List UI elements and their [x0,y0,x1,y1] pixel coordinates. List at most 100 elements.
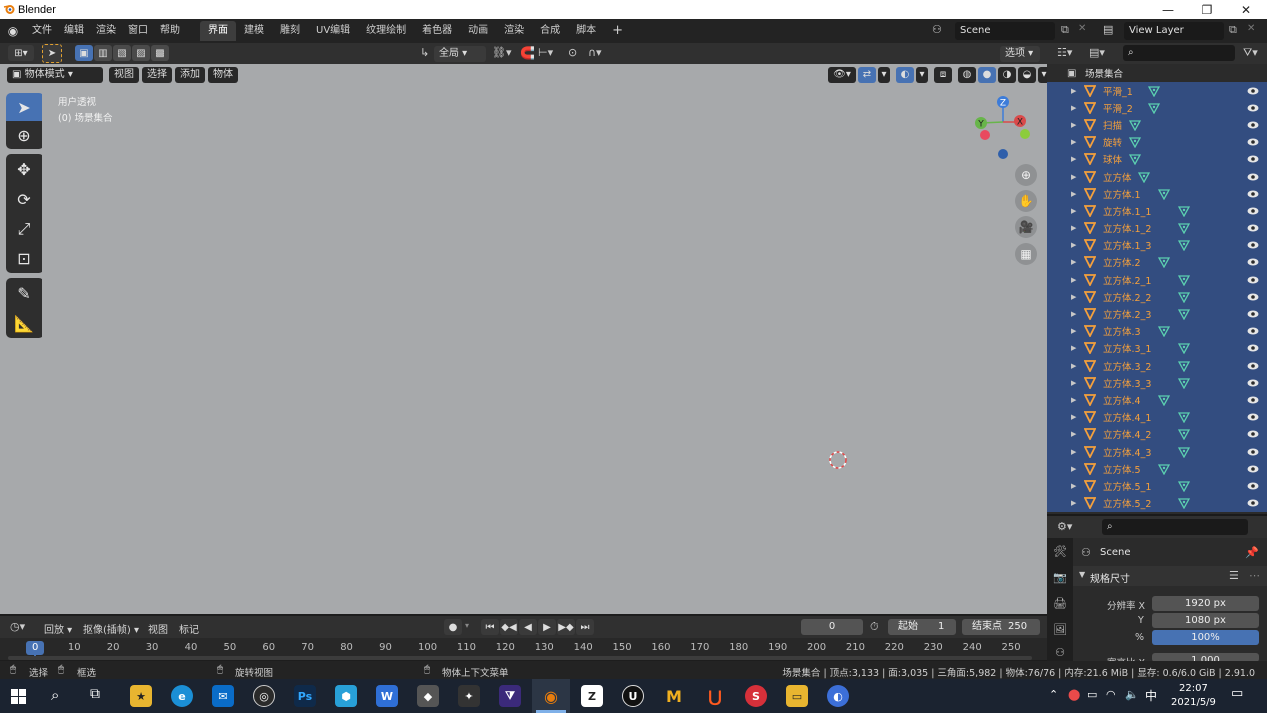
object-name[interactable]: 立方体.4_1 [1103,410,1151,424]
object-name[interactable]: 立方体.5 [1103,462,1141,476]
outliner-row[interactable]: ▶ 立方体.3_3 [1047,374,1267,392]
visibility-eye-icon[interactable] [1247,499,1259,507]
display-mode-icon[interactable]: ▤▾ [1089,46,1105,59]
expand-arrow-icon[interactable]: ▶ [1071,104,1076,112]
options-dropdown[interactable]: 选项 ▾ [1000,46,1040,62]
solid-shading-icon[interactable]: ● [978,66,996,83]
outliner-row[interactable]: ▶ 立方体.2_3 [1047,305,1267,323]
tab-texture-paint[interactable]: 纹理绘制 [358,21,414,41]
mesh-data-icon[interactable] [1128,136,1141,149]
view-layer-selector[interactable]: View Layer [1124,22,1224,40]
object-name[interactable]: 球体 [1103,152,1122,166]
jump-end-icon[interactable]: ⏭ [576,619,594,635]
menu-window[interactable]: 窗口 [122,19,154,43]
clock-time[interactable]: 22:07 [1179,683,1208,694]
mesh-data-icon[interactable] [1177,377,1190,389]
new-scene-icon[interactable]: ⧉ [1061,23,1069,37]
scene-collection-row[interactable]: ▣ 场景集合 [1047,64,1267,82]
photoshop-app-icon[interactable]: Ps [294,685,316,707]
rotate-tool-icon[interactable]: ⟳ [6,185,42,214]
expand-arrow-icon[interactable]: ▶ [1071,396,1076,404]
mesh-data-icon[interactable] [1177,308,1190,321]
mesh-data-icon[interactable] [1158,463,1170,475]
object-name[interactable]: 立方体 [1103,170,1132,184]
visibility-eye-icon[interactable] [1247,155,1259,163]
record-icon[interactable]: ● [444,619,462,635]
visual-studio-app-icon[interactable]: ⧩ [499,685,521,707]
move-tool-icon[interactable]: ✥ [6,154,42,185]
tab-compositing[interactable]: 合成 [532,21,568,41]
format-panel-header[interactable]: ▼ 规格尺寸 ☰ ⋯ [1073,566,1267,586]
menu-playback[interactable]: 回放 ▾ [44,621,72,636]
outliner-search-input[interactable]: ⌕ [1123,45,1235,61]
mesh-data-icon[interactable] [1158,325,1170,338]
battery-icon[interactable]: ▭ [1087,688,1097,701]
expand-arrow-icon[interactable]: ▶ [1071,207,1076,215]
next-keyframe-icon[interactable]: ▶◆ [557,619,575,635]
expand-arrow-icon[interactable]: ▶ [1071,327,1076,335]
properties-editor-icon[interactable]: ⚙▾ [1057,520,1072,533]
expand-arrow-icon[interactable]: ▶ [1071,258,1076,266]
mesh-data-icon[interactable] [1177,497,1190,510]
object-name[interactable]: 立方体.2_2 [1103,290,1151,304]
tab-animation[interactable]: 动画 [460,21,496,41]
outliner-row[interactable]: ▶ 立方体.4_2 [1047,425,1267,443]
object-name[interactable]: 立方体.4 [1103,393,1141,407]
current-frame-field[interactable]: 0 [801,619,863,635]
tab-layout[interactable]: 界面 [200,21,236,41]
rock-app-icon[interactable]: ◆ [417,685,439,707]
resolution-x-field[interactable]: 1920 px [1152,596,1259,611]
mesh-data-icon[interactable] [1177,428,1190,441]
notification-icon[interactable]: ▭ [1231,686,1243,701]
tool-tab-icon[interactable]: 🛠 [1047,538,1073,564]
mesh-data-icon[interactable] [1177,205,1190,217]
snap-target-icon[interactable]: ⊢▾ [538,46,553,59]
visibility-eye-icon[interactable] [1247,413,1259,421]
outliner-row[interactable]: ▶ 立方体.1_1 [1047,202,1267,220]
expand-arrow-icon[interactable]: ▶ [1071,379,1076,387]
visibility-eye-icon[interactable] [1247,241,1259,249]
menu-marker[interactable]: 标记 [179,621,199,636]
outliner-row[interactable]: ▶ 立方体.1_2 [1047,219,1267,237]
outliner-row[interactable]: ▶ 立方体.1_3 [1047,236,1267,254]
favorites-app-icon[interactable]: ★ [130,685,152,707]
tab-uv-editing[interactable]: UV编辑 [308,21,358,41]
mesh-data-icon[interactable] [1158,188,1170,200]
transform-tool-icon[interactable]: ⊡ [6,244,42,273]
outliner-row[interactable]: ▶ 球体 [1047,150,1267,168]
visibility-eye-icon[interactable] [1247,207,1259,215]
mesh-data-icon[interactable] [1177,360,1190,372]
proportional-edit-icon[interactable]: ⊙ [568,46,577,59]
visibility-icon[interactable]: 👁▾ [828,66,856,83]
menu-edit[interactable]: 编辑 [58,19,90,43]
mesh-data-icon[interactable] [1177,222,1190,235]
resolution-percent-field[interactable]: 100% [1152,630,1259,645]
outliner-row[interactable]: ▶ 立方体.2_2 [1047,288,1267,306]
outliner-row[interactable]: ▶ 立方体 [1047,167,1267,186]
outliner-row[interactable]: ▶ 旋转 [1047,133,1267,151]
expand-arrow-icon[interactable]: ▶ [1071,465,1076,473]
mesh-data-icon[interactable] [1177,274,1190,286]
select-invert-icon[interactable]: ▨ [132,45,150,61]
outliner[interactable]: ▣ 场景集合 ▶ 平滑_1 ▶ 平滑_2 ▶ 扫描 ▶ 旋转 ▶ 球体 ▶ 立方体 ▶ 立方体.1 ▶ 立方体… [1047,64,1267,514]
visibility-eye-icon[interactable] [1247,87,1259,95]
visibility-eye-icon[interactable] [1247,258,1259,266]
end-frame-field[interactable]: 结束点 250 [962,619,1040,635]
outliner-row[interactable]: ▶ 立方体.1 [1047,185,1267,203]
annotate-tool-icon[interactable]: ✎ [6,278,42,308]
prev-keyframe-icon[interactable]: ◆◀ [500,619,518,635]
browser-app-icon[interactable]: ◐ [827,685,849,707]
visibility-eye-icon[interactable] [1247,276,1259,284]
ime-indicator[interactable]: 中 [1145,687,1157,704]
object-name[interactable]: 立方体.5_1 [1103,479,1151,493]
search-icon[interactable]: ⌕ [51,686,59,704]
mesh-data-icon[interactable] [1177,446,1190,458]
start-frame-field[interactable]: 起始 1 [888,619,956,635]
menu-help[interactable]: 帮助 [154,19,186,43]
object-name[interactable]: 立方体.4_3 [1103,445,1151,459]
expand-arrow-icon[interactable]: ▶ [1071,121,1076,129]
task-view-icon[interactable]: ⧉ [90,686,100,702]
object-name[interactable]: 旋转 [1103,135,1122,149]
pin-icon[interactable]: 📌 [1245,546,1259,559]
zoom-icon[interactable]: ⊕ [1015,164,1037,186]
